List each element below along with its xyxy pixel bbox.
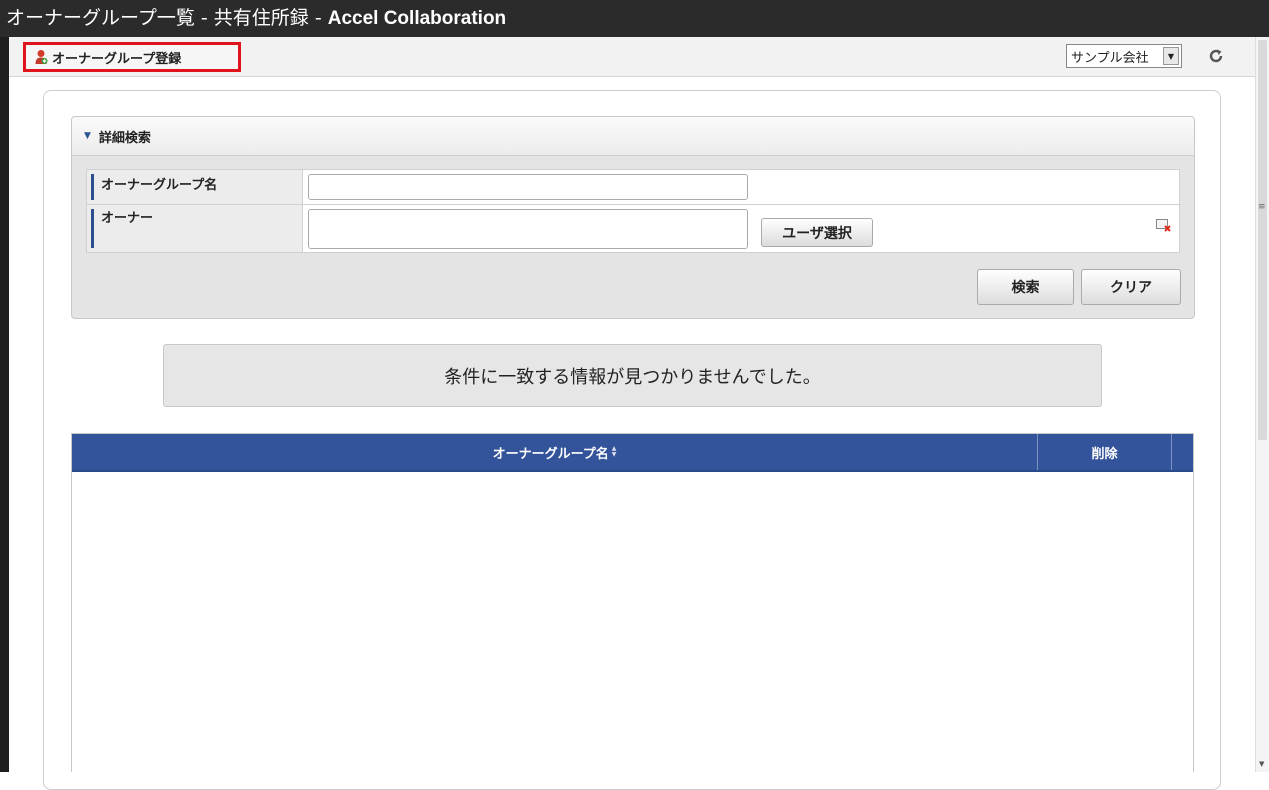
owner-group-table: オーナーグループ名 ▲ ▼ 削除 [71,433,1194,772]
column-header-filler [1172,434,1193,470]
owner-input[interactable] [308,209,748,249]
user-group-add-icon [34,49,48,65]
group-name-row: オーナーグループ名 [87,170,1179,205]
search-panel-title: 詳細検索 [98,130,151,146]
company-select-value: サンプル会社 [1071,50,1149,66]
sort-icon[interactable]: ▲ ▼ [612,446,617,458]
clear-button[interactable]: クリア [1081,269,1181,305]
owner-label: オーナー [87,205,303,252]
scroll-down-icon[interactable]: ▼ [1259,760,1264,768]
company-select[interactable]: サンプル会社 ▼ [1066,44,1182,68]
search-button[interactable]: 検索 [977,269,1074,305]
window-title-ja: オーナーグループ一覧 - 共有住所録 - [6,7,328,29]
owner-group-register-label: オーナーグループ登録 [52,51,182,67]
search-panel: ▼ 詳細検索 オーナーグループ名 オーナー ユーザ選択 検索 クリア [71,116,1195,319]
vertical-scrollbar[interactable]: ≡ ▼ [1255,37,1269,772]
toolbar: オーナーグループ登録 サンプル会社 ▼ [9,37,1255,77]
search-form: オーナーグループ名 オーナー ユーザ選択 [86,169,1180,253]
left-edge [0,37,9,772]
no-results-message: 条件に一致する情報が見つかりませんでした。 [163,344,1102,407]
group-name-cell [303,170,1179,204]
collapse-triangle-icon[interactable]: ▼ [84,131,91,141]
refresh-icon[interactable] [1205,45,1227,67]
window-title: オーナーグループ一覧 - 共有住所録 - Accel Collaboration [0,0,1269,37]
search-panel-header[interactable]: ▼ 詳細検索 [72,117,1194,156]
chevron-down-icon[interactable]: ▼ [1163,47,1179,65]
column-header-delete: 削除 [1038,434,1172,470]
clear-owner-icon[interactable] [1156,219,1172,233]
owner-group-register-button[interactable]: オーナーグループ登録 [23,42,241,72]
table-header: オーナーグループ名 ▲ ▼ 削除 [72,434,1193,472]
owner-row: オーナー ユーザ選択 [87,205,1179,252]
owner-cell: ユーザ選択 [303,205,1179,252]
user-select-button[interactable]: ユーザ選択 [761,218,873,247]
column-header-owner-group-name[interactable]: オーナーグループ名 ▲ ▼ [72,434,1038,470]
scrollbar-thumb[interactable] [1258,40,1267,440]
window-title-app: Accel Collaboration [327,8,507,29]
group-name-input[interactable] [308,174,748,200]
column-header-label: オーナーグループ名 [492,446,609,462]
group-name-label: オーナーグループ名 [87,170,303,204]
scroll-grip-icon: ≡ [1258,202,1266,212]
